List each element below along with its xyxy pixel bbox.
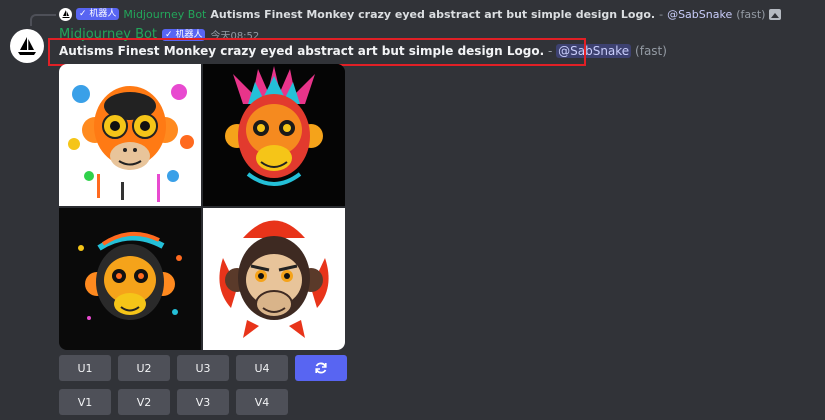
reply-connector <box>30 14 56 26</box>
variation-4-button[interactable]: V4 <box>236 389 288 415</box>
sailboat-icon <box>18 37 36 55</box>
variation-button-row: V1 V2 V3 V4 <box>59 389 288 415</box>
reply-avatar[interactable] <box>59 7 72 21</box>
image-grid[interactable] <box>59 64 345 350</box>
message-speed: (fast) <box>635 44 667 58</box>
refresh-icon <box>315 362 327 374</box>
upscale-3-button[interactable]: U3 <box>177 355 229 381</box>
upscale-2-button[interactable]: U2 <box>118 355 170 381</box>
reply-preview[interactable]: ✓ 机器人 Midjourney Bot Autisms Finest Monk… <box>59 6 782 22</box>
variation-3-button[interactable]: V3 <box>177 389 229 415</box>
monkey-artwork <box>203 208 345 350</box>
reply-mention[interactable]: @SabSnake <box>667 8 732 21</box>
monkey-artwork <box>59 208 201 350</box>
variation-1-button[interactable]: V1 <box>59 389 111 415</box>
reroll-button[interactable] <box>295 355 347 381</box>
generated-image-3[interactable] <box>59 208 201 350</box>
generated-image-2[interactable] <box>203 64 345 206</box>
upscale-1-button[interactable]: U1 <box>59 355 111 381</box>
monkey-artwork <box>59 64 201 206</box>
generated-image-4[interactable] <box>203 208 345 350</box>
reply-speed: (fast) <box>736 7 766 21</box>
image-icon <box>769 8 782 20</box>
reply-separator: - <box>659 7 664 21</box>
upscale-4-button[interactable]: U4 <box>236 355 288 381</box>
sailboat-icon <box>61 10 70 18</box>
author-avatar[interactable] <box>10 29 44 63</box>
upscale-button-row: U1 U2 U3 U4 <box>59 355 347 381</box>
highlight-annotation <box>48 38 586 66</box>
generated-image-1[interactable] <box>59 64 201 206</box>
variation-2-button[interactable]: V2 <box>118 389 170 415</box>
monkey-artwork <box>203 64 345 206</box>
reply-prompt: Autisms Finest Monkey crazy eyed abstrac… <box>210 7 656 21</box>
reply-bot-tag: ✓ 机器人 <box>76 8 120 20</box>
reply-username[interactable]: Midjourney Bot <box>123 8 206 21</box>
